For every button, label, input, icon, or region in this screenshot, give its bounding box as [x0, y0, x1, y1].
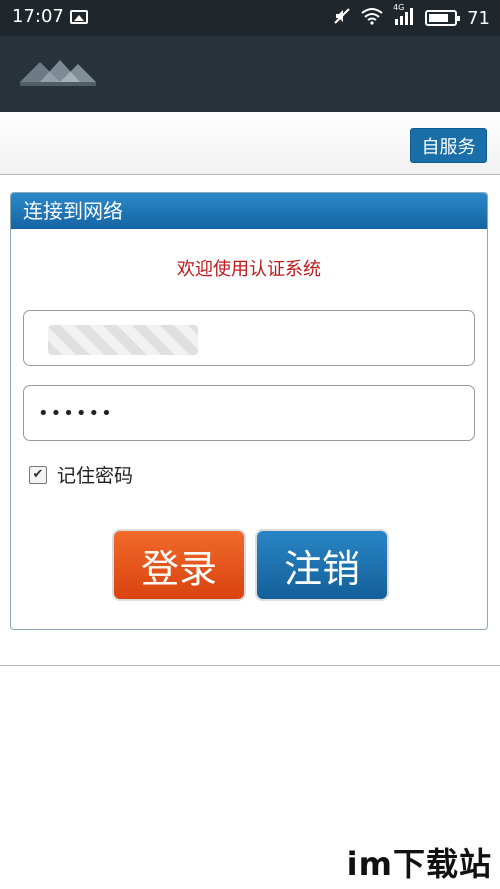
remember-label: 记住密码	[57, 465, 134, 487]
panel-title: 连接到网络	[11, 193, 487, 229]
login-panel: 连接到网络 欢迎使用认证系统 •••••• ✔ 记住密码 登录 注销	[10, 192, 488, 630]
mute-icon	[333, 7, 351, 30]
self-service-button[interactable]: 自服务	[410, 128, 487, 163]
status-time: 17:07	[12, 6, 64, 27]
welcome-message: 欢迎使用认证系统	[177, 259, 321, 280]
battery-icon	[425, 10, 461, 26]
login-button[interactable]: 登录	[114, 531, 244, 599]
app-header	[0, 36, 500, 112]
signal-icon: 4G	[393, 3, 415, 30]
wifi-icon	[361, 7, 383, 30]
logo	[20, 60, 96, 86]
logout-button[interactable]: 注销	[257, 531, 387, 599]
remember-checkbox[interactable]: ✔	[29, 465, 47, 484]
divider	[0, 665, 500, 666]
password-input[interactable]: ••••••	[23, 385, 475, 441]
toolbar: 自服务	[0, 112, 500, 175]
status-bar: 17:07 4G 71	[0, 0, 500, 36]
username-input[interactable]	[23, 310, 475, 366]
remember-password[interactable]: ✔ 记住密码	[29, 461, 133, 488]
password-value: ••••••	[38, 402, 114, 424]
battery-level: 71	[467, 7, 490, 29]
redacted-username	[48, 325, 198, 355]
watermark: im下载站	[346, 845, 492, 883]
network-type: 4G	[393, 2, 405, 12]
status-icons: 4G 71	[333, 3, 490, 31]
image-icon	[70, 10, 88, 24]
